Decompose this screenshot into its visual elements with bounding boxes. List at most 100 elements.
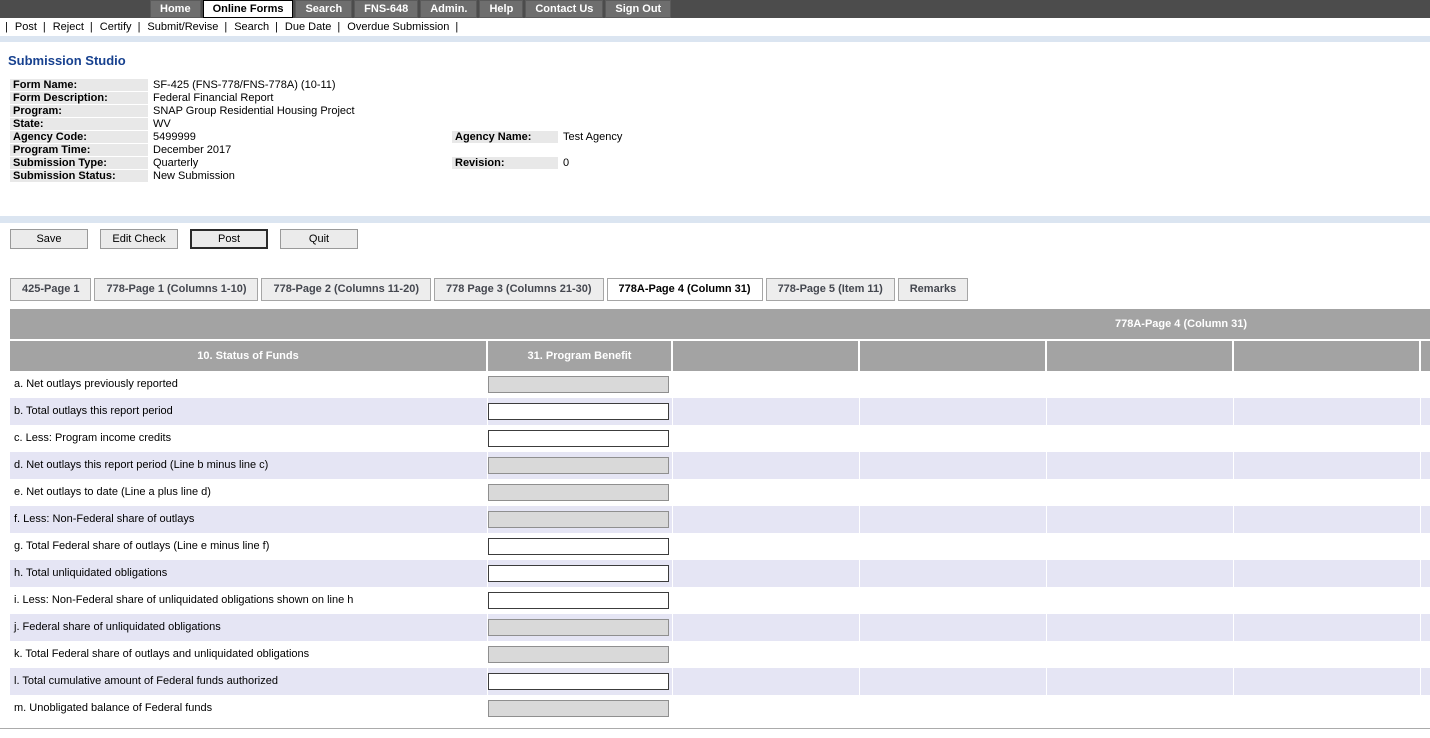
- nav-tab-home[interactable]: Home: [150, 0, 201, 18]
- info-value: Federal Financial Report: [148, 92, 452, 105]
- empty-cell: [1047, 371, 1234, 398]
- edit-check-button[interactable]: Edit Check: [100, 229, 178, 249]
- nav-tab-online-forms[interactable]: Online Forms: [203, 0, 294, 18]
- empty-cell: [1047, 452, 1234, 479]
- empty-cell: [1047, 398, 1234, 425]
- info-label: Agency Code:: [10, 131, 148, 144]
- nav-tab-sign-out[interactable]: Sign Out: [605, 0, 671, 18]
- row-label: h. Total unliquidated obligations: [10, 560, 488, 587]
- amount-input-i[interactable]: [488, 592, 669, 609]
- info-row: Form Name: SF-425 (FNS-778/FNS-778A) (10…: [10, 79, 1424, 92]
- info-row: Program: SNAP Group Residential Housing …: [10, 105, 1424, 118]
- amount-input-c[interactable]: [488, 430, 669, 447]
- empty-cell: [1421, 533, 1430, 560]
- empty-cell: [1421, 371, 1430, 398]
- nav-tab-fns648[interactable]: FNS-648: [354, 0, 418, 18]
- tab-425-page-1[interactable]: 425-Page 1: [10, 278, 91, 301]
- empty-cell: [1234, 398, 1421, 425]
- tab-778a-page-4[interactable]: 778A-Page 4 (Column 31): [607, 278, 763, 301]
- table-row: k. Total Federal share of outlays and un…: [10, 641, 1430, 668]
- info-value: WV: [148, 118, 452, 131]
- empty-cell: [1234, 587, 1421, 614]
- amount-input-a: [488, 376, 669, 393]
- empty-cell: [860, 587, 1047, 614]
- info-row: Program Time: December 2017: [10, 144, 1424, 157]
- submenu-link-submit-revise[interactable]: Submit/Revise: [138, 21, 219, 33]
- row-label: m. Unobligated balance of Federal funds: [10, 695, 488, 722]
- info-label: Agency Name:: [452, 131, 558, 144]
- submenu-end-pipe: [452, 21, 458, 33]
- divider-band-top: [0, 36, 1430, 42]
- empty-cell: [1421, 425, 1430, 452]
- row-label: e. Net outlays to date (Line a plus line…: [10, 479, 488, 506]
- row-label: j. Federal share of unliquidated obligat…: [10, 614, 488, 641]
- empty-cell: [1421, 560, 1430, 587]
- tab-778-page-5[interactable]: 778-Page 5 (Item 11): [766, 278, 895, 301]
- nav-tab-search[interactable]: Search: [295, 0, 352, 18]
- table-row: e. Net outlays to date (Line a plus line…: [10, 479, 1430, 506]
- amount-input-e: [488, 484, 669, 501]
- tab-778-page-3[interactable]: 778 Page 3 (Columns 21-30): [434, 278, 604, 301]
- amount-input-g[interactable]: [488, 538, 669, 555]
- post-button[interactable]: Post: [190, 229, 268, 249]
- empty-cell: [1234, 479, 1421, 506]
- empty-cell: [673, 560, 860, 587]
- submenu-link-due-date[interactable]: Due Date: [275, 21, 331, 33]
- empty-cell: [860, 695, 1047, 722]
- nav-tab-contact-us[interactable]: Contact Us: [525, 0, 603, 18]
- column-header-empty: [860, 341, 1047, 371]
- submenu-link-search[interactable]: Search: [224, 21, 269, 33]
- status-of-funds-grid: 778A-Page 4 (Column 31) 10. Status of Fu…: [10, 309, 1430, 722]
- info-value: Test Agency: [558, 131, 1424, 144]
- toolbar: Save Edit Check Post Quit: [10, 229, 1430, 249]
- row-label: f. Less: Non-Federal share of outlays: [10, 506, 488, 533]
- info-value: New Submission: [148, 170, 452, 183]
- empty-cell: [860, 479, 1047, 506]
- column-header-empty: [1421, 341, 1430, 371]
- empty-cell: [860, 371, 1047, 398]
- nav-tab-help[interactable]: Help: [479, 0, 523, 18]
- row-label: i. Less: Non-Federal share of unliquidat…: [10, 587, 488, 614]
- grid-header-row: 10. Status of Funds 31. Program Benefit: [10, 341, 1430, 371]
- empty-cell: [1234, 506, 1421, 533]
- empty-cell: [673, 452, 860, 479]
- empty-cell: [673, 533, 860, 560]
- tab-778-page-2[interactable]: 778-Page 2 (Columns 11-20): [261, 278, 431, 301]
- column-header-empty: [673, 341, 860, 371]
- row-label: g. Total Federal share of outlays (Line …: [10, 533, 488, 560]
- amount-input-h[interactable]: [488, 565, 669, 582]
- empty-cell: [673, 614, 860, 641]
- info-value: 0: [558, 157, 1424, 170]
- tab-778-page-1[interactable]: 778-Page 1 (Columns 1-10): [94, 278, 258, 301]
- table-row: j. Federal share of unliquidated obligat…: [10, 614, 1430, 641]
- empty-cell: [1047, 695, 1234, 722]
- submenu-link-certify[interactable]: Certify: [90, 21, 132, 33]
- save-button[interactable]: Save: [10, 229, 88, 249]
- info-label: Form Description:: [10, 92, 148, 105]
- tab-remarks[interactable]: Remarks: [898, 278, 968, 301]
- table-row: l. Total cumulative amount of Federal fu…: [10, 668, 1430, 695]
- submenu: Post Reject Certify Submit/Revise Search…: [0, 18, 1430, 36]
- submenu-link-post[interactable]: Post: [5, 21, 37, 33]
- empty-cell: [860, 668, 1047, 695]
- empty-cell: [1234, 695, 1421, 722]
- table-row: c. Less: Program income credits: [10, 425, 1430, 452]
- info-row: Form Description: Federal Financial Repo…: [10, 92, 1424, 105]
- submenu-link-reject[interactable]: Reject: [43, 21, 84, 33]
- table-row: i. Less: Non-Federal share of unliquidat…: [10, 587, 1430, 614]
- empty-cell: [1047, 533, 1234, 560]
- amount-input-d: [488, 457, 669, 474]
- table-row: b. Total outlays this report period: [10, 398, 1430, 425]
- amount-input-l[interactable]: [488, 673, 669, 690]
- nav-tab-admin[interactable]: Admin.: [420, 0, 477, 18]
- empty-cell: [1047, 506, 1234, 533]
- empty-cell: [673, 479, 860, 506]
- submenu-link-overdue-submission[interactable]: Overdue Submission: [337, 21, 449, 33]
- amount-input-b[interactable]: [488, 403, 669, 420]
- empty-cell: [860, 452, 1047, 479]
- quit-button[interactable]: Quit: [280, 229, 358, 249]
- empty-cell: [1234, 641, 1421, 668]
- submission-info-table: Form Name: SF-425 (FNS-778/FNS-778A) (10…: [10, 79, 1424, 183]
- empty-cell: [860, 398, 1047, 425]
- empty-cell: [1421, 641, 1430, 668]
